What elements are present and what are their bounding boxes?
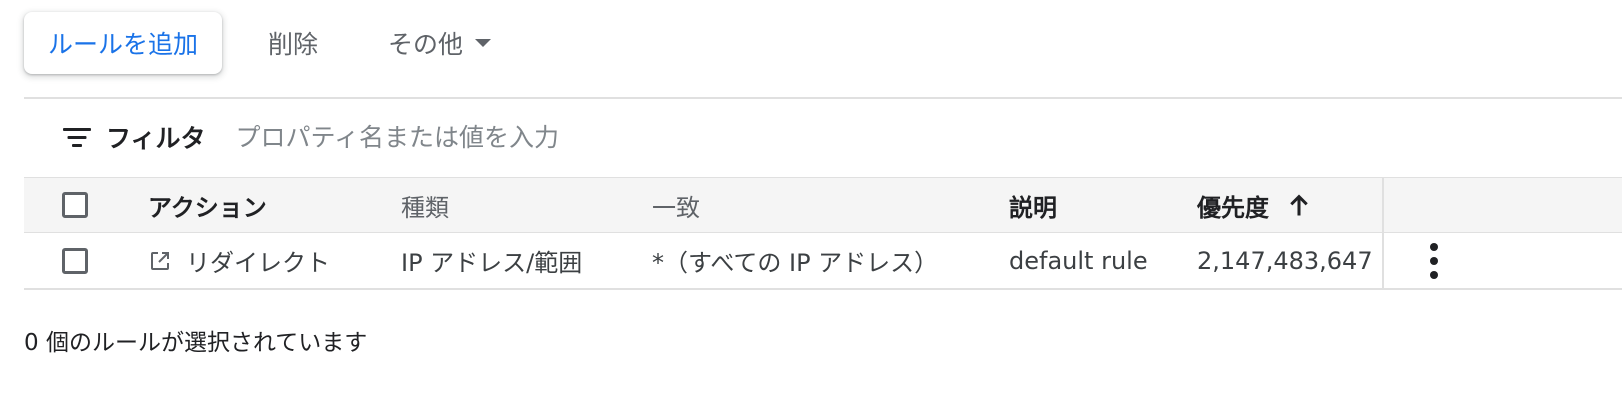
row-type-cell: IP アドレス/範囲 <box>401 249 583 277</box>
add-rule-button[interactable]: ルールを追加 <box>24 12 223 74</box>
toolbar-divider <box>24 97 1622 99</box>
more-menu-button[interactable]: その他 <box>388 12 492 74</box>
select-all-cell <box>62 178 88 232</box>
more-vert-icon[interactable] <box>1420 241 1448 281</box>
row-priority-cell: 2,147,483,647 <box>1197 246 1373 275</box>
column-header-priority[interactable]: 優先度 <box>1197 178 1313 232</box>
sort-ascending-arrow-icon[interactable] <box>1285 191 1313 219</box>
filter-input[interactable] <box>233 121 938 153</box>
delete-button[interactable]: 削除 <box>268 12 318 74</box>
row-menu-cell <box>1420 233 1448 288</box>
row-match-cell: *（すべての IP アドレス） <box>652 249 939 277</box>
column-header-action[interactable]: アクション <box>148 178 267 232</box>
row-action-cell: リダイレクト <box>148 233 330 288</box>
row-action-text: リダイレクト <box>186 249 330 277</box>
toolbar: ルールを追加 削除 その他 <box>24 12 492 74</box>
filter-label: フィルタ <box>106 124 206 153</box>
column-separator <box>1382 233 1384 288</box>
filter-bar: フィルタ <box>62 116 938 158</box>
filter-list-icon <box>62 125 92 149</box>
row-checkbox[interactable] <box>62 247 88 274</box>
selection-status: 0 個のルールが選択されています <box>24 330 368 356</box>
open-in-new-icon <box>151 251 169 270</box>
table-row: リダイレクト IP アドレス/範囲 *（すべての IP アドレス） defaul… <box>24 233 1622 290</box>
row-description-cell: default rule <box>1009 246 1148 275</box>
select-all-checkbox[interactable] <box>62 192 88 218</box>
rules-table: アクション 種類 一致 説明 優先度 リダイレクト IP アドレス/範囲 *（す… <box>24 177 1622 290</box>
more-label: その他 <box>388 30 464 59</box>
dropdown-arrow-icon <box>475 39 492 47</box>
row-select-cell <box>62 233 88 288</box>
table-header: アクション 種類 一致 説明 優先度 <box>24 177 1622 233</box>
firewall-rules-page: ルールを追加 削除 その他 フィルタ アクション 種類 一致 説明 優先度 <box>0 0 1622 404</box>
priority-header-label: 優先度 <box>1197 193 1269 222</box>
column-header-match[interactable]: 一致 <box>652 178 700 232</box>
column-separator <box>1382 178 1384 232</box>
column-header-description[interactable]: 説明 <box>1009 178 1057 232</box>
column-header-type[interactable]: 種類 <box>401 178 449 232</box>
